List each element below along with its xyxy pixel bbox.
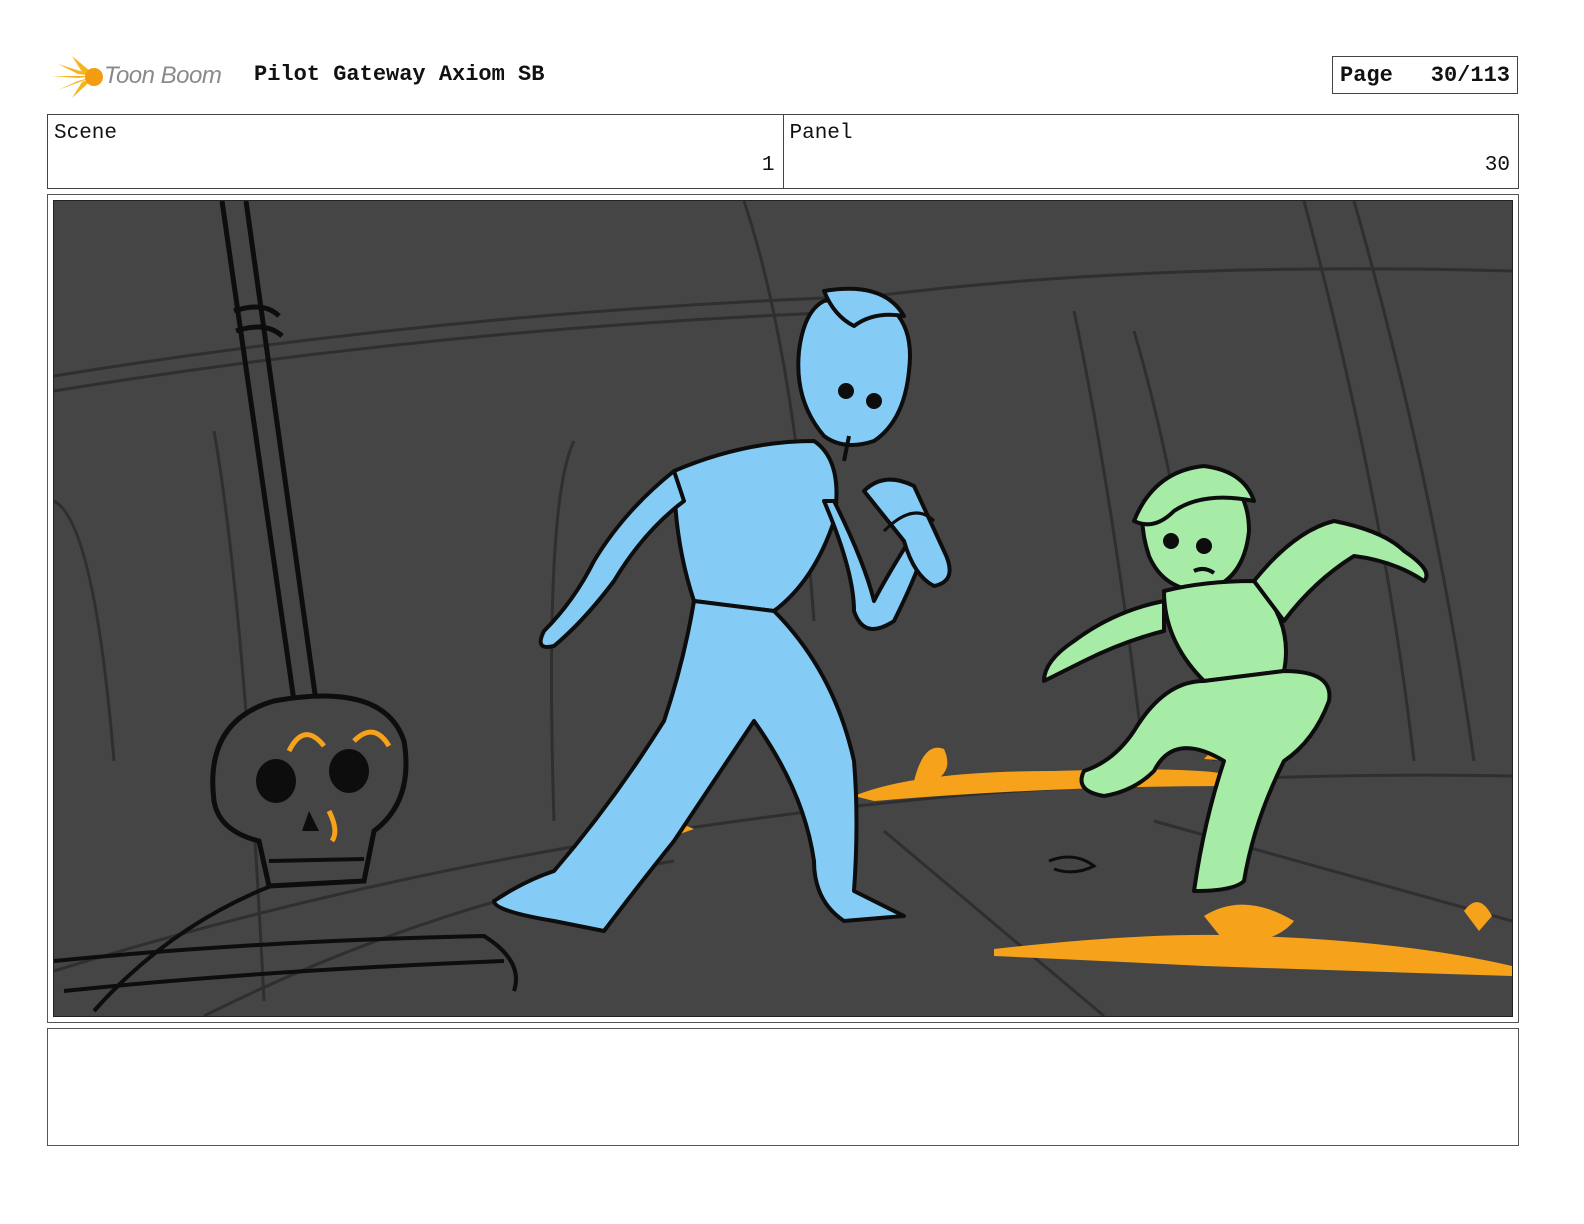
toon-boom-logo: Toon Boom	[48, 54, 238, 100]
scene-cell: Scene 1	[48, 115, 783, 188]
panel-number: 30	[1484, 154, 1510, 177]
page-number: 30/113	[1430, 62, 1510, 88]
logo-text: Toon Boom	[104, 62, 222, 89]
panel-notes	[47, 1028, 1519, 1146]
page-label: Page	[1340, 62, 1393, 88]
scene-number: 1	[761, 154, 775, 177]
panel-label: Panel	[789, 122, 853, 145]
sketch-drawing	[54, 201, 1512, 1016]
starburst-icon	[52, 56, 103, 98]
project-title: Pilot Gateway Axiom SB	[254, 62, 545, 87]
scene-label: Scene	[54, 122, 118, 145]
page-indicator: Page 30/113	[1332, 56, 1518, 94]
storyboard-panel-frame	[47, 194, 1519, 1023]
panel-cell: Panel 30	[782, 115, 1519, 188]
scene-panel-info: Scene 1 Panel 30	[47, 114, 1519, 189]
page-header: Toon Boom Pilot Gateway Axiom SB Page 30…	[48, 50, 1520, 102]
storyboard-sketch	[53, 200, 1513, 1017]
